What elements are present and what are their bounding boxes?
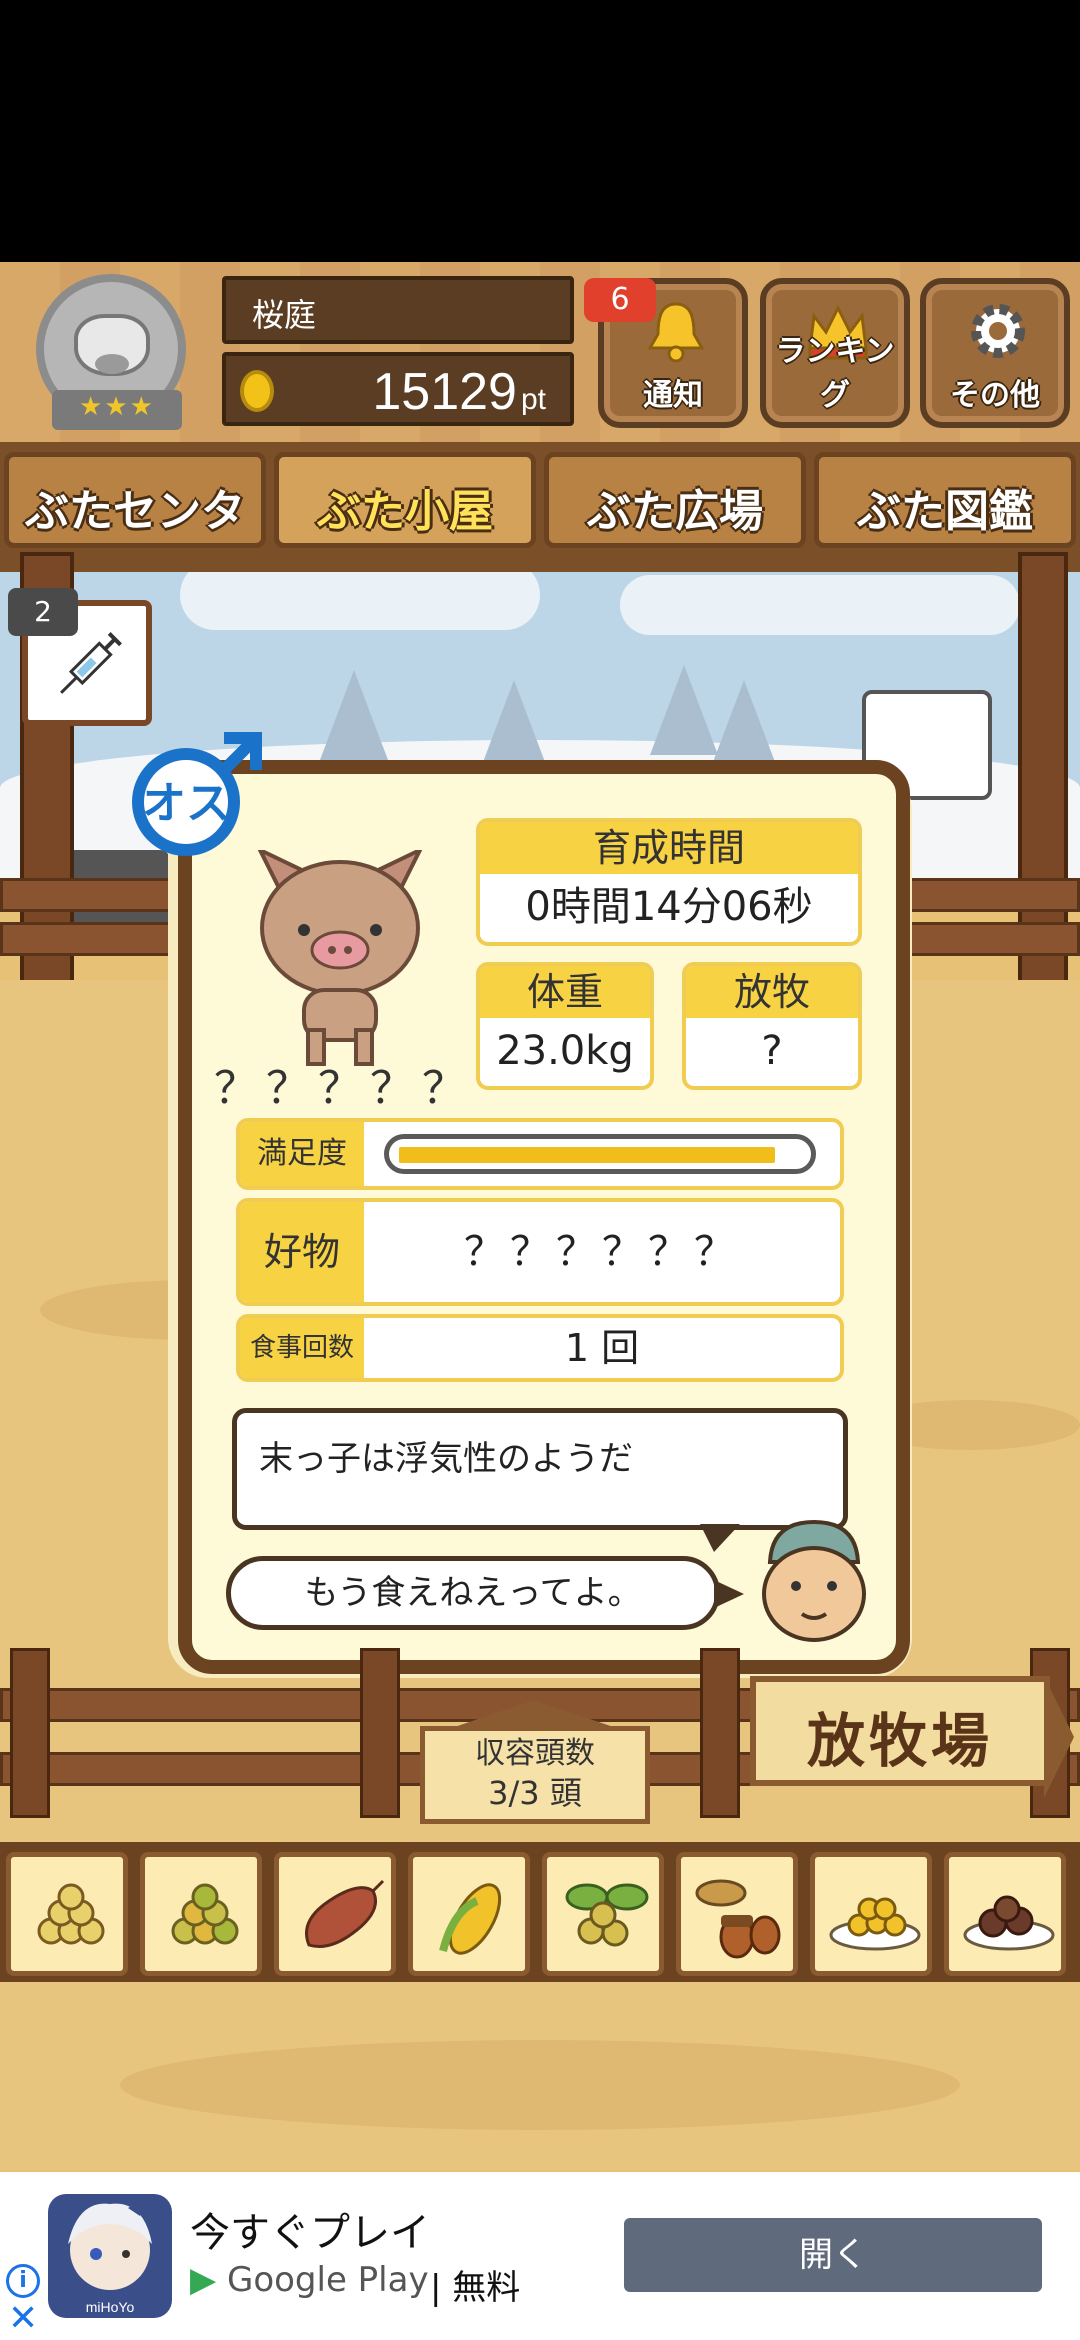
- corn-icon: [439, 1883, 502, 1955]
- settings-button[interactable]: その他: [920, 278, 1070, 428]
- favorite-label: 好物: [240, 1202, 364, 1302]
- farmer-icon: [762, 1519, 866, 1642]
- weight-label: 体重: [480, 966, 650, 1018]
- food-slot[interactable]: [542, 1852, 664, 1976]
- tab-label: ぶた小屋: [317, 486, 493, 537]
- satisfaction-row: 満足度: [236, 1118, 844, 1190]
- speech-bubble: もう食えねえってよ。: [226, 1556, 720, 1630]
- ad-icon-label: miHoYo: [86, 2299, 135, 2315]
- grow-time-value: 0時間14分06秒: [525, 884, 813, 930]
- ad-title: 今すぐプレイ: [190, 2210, 430, 2256]
- player-avatar[interactable]: ★★★: [22, 270, 214, 430]
- food-slot[interactable]: [140, 1852, 262, 1976]
- capacity-value: 3/3 頭: [488, 1774, 582, 1812]
- ad-store-label: Google Play: [226, 2260, 429, 2300]
- grow-time-label: 育成時間: [480, 822, 858, 874]
- ground-spot: [120, 2040, 960, 2130]
- food-slot[interactable]: [944, 1852, 1066, 1976]
- ad-price-label: 無料: [452, 2268, 521, 2308]
- weight-value: 23.0kg: [496, 1028, 634, 1074]
- points-value: 15129: [372, 363, 517, 421]
- tab-buta-center[interactable]: ぶたセンター: [4, 452, 266, 601]
- coin-icon: [240, 370, 274, 412]
- gear-icon: [971, 304, 1025, 358]
- pine-tree: [480, 680, 548, 770]
- tab-label: ぶた広場: [587, 486, 763, 537]
- cloud: [620, 575, 1020, 635]
- male-icon: オス: [132, 732, 262, 856]
- notification-label: 通知: [643, 378, 703, 413]
- tab-buta-koya[interactable]: ぶた小屋: [274, 452, 536, 548]
- points-unit: pt: [520, 383, 546, 416]
- tab-label: ぶた図鑑: [857, 486, 1033, 537]
- settings-label: その他: [950, 378, 1040, 413]
- meatballs-plate-icon: [963, 1895, 1055, 1951]
- food-slot[interactable]: [810, 1852, 932, 1976]
- ad-close-icon[interactable]: ✕: [8, 2298, 38, 2339]
- tab-buta-hiroba[interactable]: ぶた広場: [544, 452, 806, 548]
- ad-info-icon[interactable]: i: [6, 2264, 40, 2298]
- ranch-sign-button[interactable]: 放牧場: [750, 1676, 1074, 1798]
- ad-price: | 無料: [430, 2268, 521, 2308]
- food-slot[interactable]: [274, 1852, 396, 1976]
- food-slot[interactable]: [6, 1852, 128, 1976]
- favorite-food-row: 好物 ？？？？？？: [236, 1198, 844, 1306]
- status-bar-area: [0, 0, 1080, 262]
- pine-tree: [710, 680, 778, 770]
- points-display: 15129 pt: [222, 352, 574, 426]
- speech-bubble-tail: [700, 1524, 740, 1552]
- capacity-sign: 収容頭数 3/3 頭: [420, 1700, 650, 1824]
- ad-open-button[interactable]: 開く: [624, 2218, 1042, 2292]
- weight-box: 体重 23.0kg: [476, 962, 654, 1090]
- gender-label: オス: [142, 778, 230, 829]
- ranch-sign-label: 放牧場: [806, 1707, 993, 1775]
- ad-character-image: miHoYo: [68, 2198, 152, 2315]
- capacity-label: 収容頭数: [475, 1736, 595, 1771]
- item-count: 2: [8, 588, 78, 636]
- grain-pile-icon: [37, 1883, 105, 1945]
- notification-badge: 6: [584, 278, 656, 322]
- tab-buta-zukan[interactable]: ぶた図鑑: [814, 452, 1076, 548]
- free-range-label: 放牧: [686, 966, 858, 1018]
- rank-stars: ★★★: [79, 392, 155, 422]
- meal-count-label: 食事回数: [240, 1318, 364, 1378]
- food-slot[interactable]: [408, 1852, 530, 1976]
- favorite-value: ？？？？？？: [464, 1229, 740, 1275]
- meal-count-row: 食事回数 1 回: [236, 1314, 844, 1382]
- free-range-value: ?: [761, 1028, 783, 1074]
- grow-time-box: 育成時間 0時間14分06秒: [476, 818, 862, 946]
- google-play-icon: ▶: [190, 2260, 217, 2300]
- player-name: 桜庭: [222, 276, 574, 344]
- ad-store: ▶ Google Play: [190, 2260, 429, 2300]
- sweet-potato-icon: [305, 1879, 385, 1948]
- satisfaction-bar: [384, 1134, 816, 1174]
- satisfaction-label: 満足度: [240, 1122, 364, 1186]
- speech-bubble: 末っ子は浮気性のようだ: [232, 1408, 848, 1530]
- satisfaction-fill: [399, 1147, 775, 1163]
- grain-mix-icon: [171, 1883, 239, 1945]
- pig-icon[interactable]: [240, 850, 440, 1080]
- acorn-icon: [695, 1879, 781, 1959]
- pine-tree: [320, 670, 388, 760]
- meal-count-value: 1 回: [564, 1326, 640, 1370]
- beans-leaves-icon: [565, 1883, 649, 1947]
- free-range-box: 放牧 ?: [682, 962, 862, 1090]
- ranking-label: ランキング: [775, 334, 895, 413]
- speech-bubble-tail: [714, 1580, 744, 1608]
- ad-app-icon[interactable]: miHoYo: [48, 2194, 172, 2318]
- food-slot[interactable]: [676, 1852, 798, 1976]
- pig-name: ？？？？？: [214, 1063, 474, 1114]
- pine-tree: [650, 665, 718, 755]
- grain-plate-icon: [829, 1897, 921, 1951]
- ranking-button[interactable]: ランキング: [760, 278, 910, 428]
- gate-beam: [0, 552, 1080, 572]
